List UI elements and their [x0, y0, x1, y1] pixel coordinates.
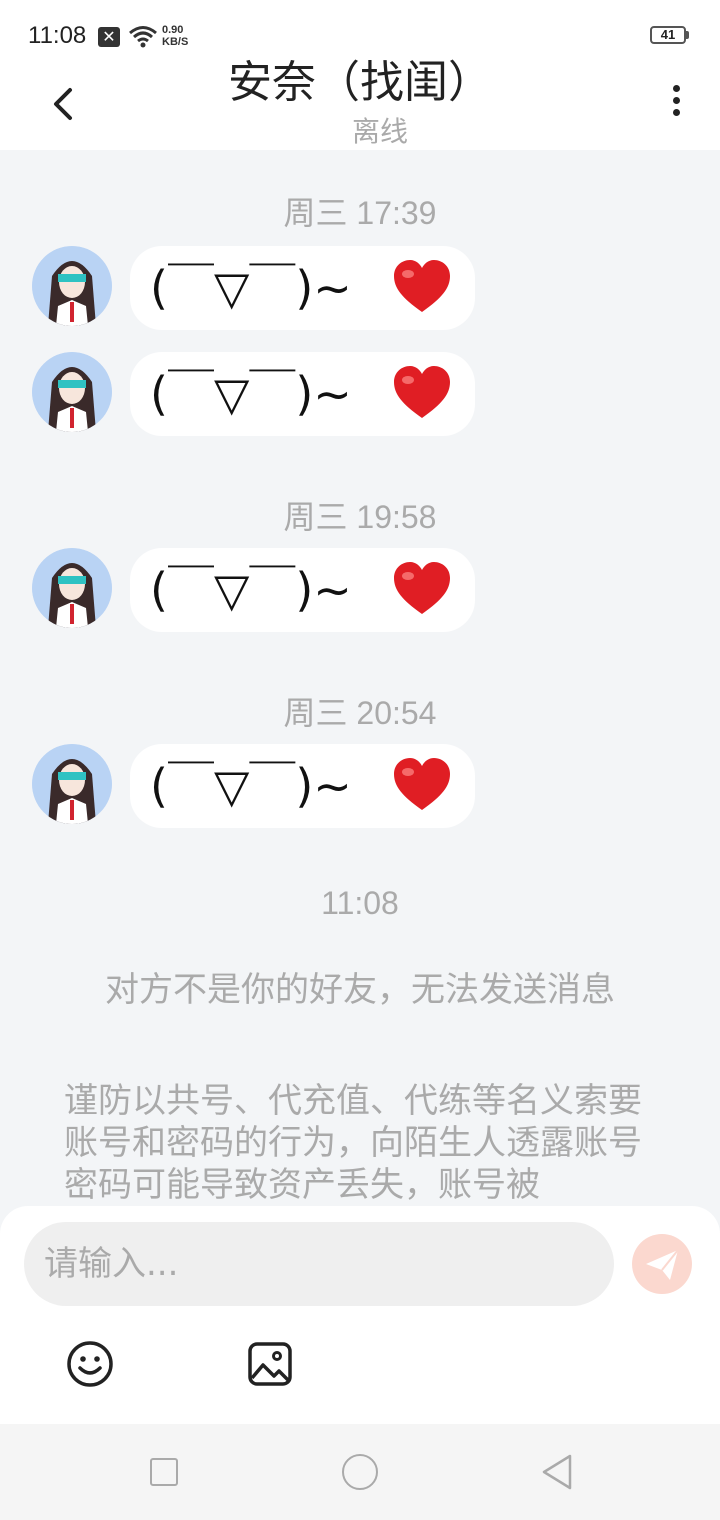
status-time: 11:08 — [28, 22, 87, 49]
smiley-icon — [67, 1341, 113, 1387]
recent-apps-button[interactable] — [150, 1458, 178, 1486]
message-bubble[interactable]: (￣▽￣)~ — [130, 352, 475, 436]
net-speed: 0.90 KB/S — [162, 24, 188, 48]
more-vertical-icon — [672, 85, 680, 92]
message-text: (￣▽￣)~ — [150, 563, 352, 617]
system-timestamp: 11:08 — [321, 885, 399, 921]
online-status: 离线 — [351, 115, 408, 148]
send-plane-icon — [646, 1249, 679, 1280]
message-timestamp: 周三 17:39 — [283, 195, 437, 231]
avatar[interactable] — [32, 246, 112, 326]
image-button[interactable] — [246, 1340, 294, 1392]
notification-close-icon: ✕ — [98, 27, 120, 47]
avatar-image — [32, 548, 112, 628]
message-timestamp: 周三 19:58 — [283, 499, 437, 535]
message-text: (￣▽￣)~ — [150, 759, 352, 813]
heart-icon — [394, 562, 450, 614]
system-nav-bar — [0, 1424, 720, 1520]
battery-tip — [686, 31, 689, 39]
system-notice: 对方不是你的好友，无法发送消息 — [105, 970, 615, 1010]
send-button[interactable] — [632, 1234, 692, 1294]
avatar-image — [32, 246, 112, 326]
nav-back-icon — [542, 1454, 572, 1490]
nav-back-button[interactable] — [540, 1452, 574, 1496]
chat-header: 安奈（找闺） 离线 — [0, 57, 720, 150]
net-speed-value: 0.90 — [162, 24, 184, 36]
message-bubble[interactable]: (￣▽￣)~ — [130, 548, 475, 632]
message-input[interactable] — [24, 1222, 614, 1306]
avatar-image — [32, 352, 112, 432]
message-timestamp: 周三 20:54 — [283, 695, 437, 731]
heart-icon — [394, 260, 450, 312]
input-area — [0, 1206, 720, 1424]
battery-indicator: 41 — [650, 26, 686, 44]
avatar[interactable] — [32, 352, 112, 432]
heart-icon — [394, 366, 450, 418]
page-title: 安奈（找闺） — [228, 57, 492, 108]
avatar-image — [32, 744, 112, 824]
message-text: (￣▽￣)~ — [150, 367, 352, 421]
avatar[interactable] — [32, 744, 112, 824]
image-icon — [248, 1342, 292, 1386]
message-bubble[interactable]: (￣▽￣)~ — [130, 246, 475, 330]
more-options-button[interactable] — [664, 82, 688, 122]
security-warning: 谨防以共号、代充值、代练等名义索要账号和密码的行为，向陌生人透露账号密码可能导致… — [64, 1081, 642, 1205]
emoji-button[interactable] — [66, 1340, 114, 1392]
message-bubble[interactable]: (￣▽￣)~ — [130, 744, 475, 828]
home-button[interactable] — [342, 1454, 378, 1490]
wifi-icon — [129, 26, 157, 48]
avatar[interactable] — [32, 548, 112, 628]
message-text: (￣▽￣)~ — [150, 261, 352, 315]
net-speed-unit: KB/S — [162, 36, 189, 48]
heart-icon — [394, 758, 450, 810]
